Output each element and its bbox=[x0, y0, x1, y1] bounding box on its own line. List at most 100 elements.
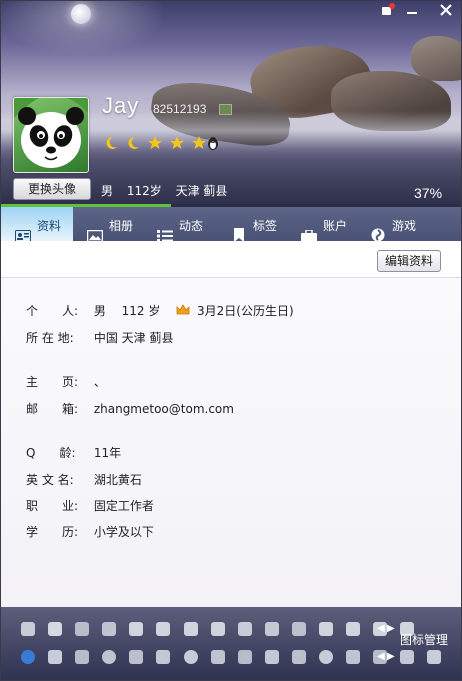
tab-profile[interactable]: 资料 bbox=[1, 207, 73, 242]
briefcase-icon bbox=[301, 219, 317, 242]
diamond-icon[interactable] bbox=[156, 622, 171, 636]
clover-icon[interactable] bbox=[237, 650, 252, 664]
shield-icon[interactable] bbox=[210, 650, 225, 664]
heart-icon[interactable] bbox=[237, 622, 252, 636]
mail-icon[interactable] bbox=[264, 650, 279, 664]
tab-label: 相册 bbox=[109, 219, 134, 233]
icon-bar bbox=[1, 607, 461, 680]
diamond-icon[interactable] bbox=[48, 622, 63, 636]
field-value: 男 112 岁 bbox=[93, 304, 161, 318]
tab-bar: 资料 相册 动态 标签 账户 游戏 bbox=[1, 207, 461, 243]
field-value: 11年 bbox=[93, 446, 122, 460]
smiley-icon[interactable] bbox=[183, 650, 198, 664]
diamond-icon[interactable] bbox=[319, 622, 334, 636]
frame-icon[interactable] bbox=[427, 650, 442, 664]
field-label: 所 在 地: bbox=[26, 331, 74, 345]
field-label: 个 人: bbox=[26, 304, 79, 318]
magnifier-icon[interactable] bbox=[75, 650, 90, 664]
field-label: 英 文 名: bbox=[26, 473, 74, 487]
tab-label: 动态 bbox=[179, 219, 204, 233]
next-arrow-icon[interactable]: ▶ bbox=[387, 623, 395, 634]
prev-arrow-icon[interactable]: ◀ bbox=[377, 651, 385, 662]
tab-album[interactable]: 相册 bbox=[86, 207, 147, 243]
photo-album-icon bbox=[86, 219, 104, 243]
minimize-button[interactable] bbox=[399, 3, 425, 21]
basic-info-line: 男 112岁 天津 蓟县 bbox=[101, 182, 237, 199]
rock-decoration bbox=[411, 36, 461, 81]
avatar[interactable] bbox=[13, 97, 89, 173]
field-label: 学 历: bbox=[26, 525, 79, 539]
bird-icon[interactable] bbox=[264, 622, 279, 636]
game-icon[interactable] bbox=[291, 622, 306, 636]
field-english-name: 英 文 名: 湖北黄石 bbox=[26, 471, 142, 488]
field-occupation: 职 业: 固定工作者 bbox=[26, 497, 154, 514]
star-icon[interactable] bbox=[48, 650, 63, 664]
field-label: 主 页: bbox=[26, 375, 79, 389]
field-personal: 个 人: 男 112 岁 3月2日(公历生日) bbox=[26, 302, 294, 319]
field-value: 、 bbox=[93, 375, 106, 389]
field-value: 小学及以下 bbox=[93, 525, 154, 539]
icon-manager-button[interactable]: 图标管理 bbox=[400, 631, 448, 648]
heart-icon[interactable] bbox=[21, 622, 35, 636]
camera-icon[interactable] bbox=[291, 650, 306, 664]
field-value[interactable]: zhangmetoo@tom.com bbox=[94, 402, 234, 416]
panda-avatar-icon bbox=[14, 98, 88, 168]
details-toolbar: 编辑资料 bbox=[1, 241, 461, 278]
gender: 男 bbox=[101, 184, 114, 198]
minimize-icon bbox=[407, 12, 417, 14]
id-card-icon[interactable] bbox=[219, 104, 232, 115]
next-arrow-icon[interactable]: ▶ bbox=[387, 651, 395, 662]
diamond-icon[interactable] bbox=[183, 622, 198, 636]
close-icon bbox=[440, 4, 452, 16]
profile-details: 编辑资料 个 人: 男 112 岁 3月2日(公历生日) 所 在 地: 中国 天… bbox=[1, 241, 461, 607]
moon-decoration bbox=[71, 4, 91, 24]
skin-button[interactable] bbox=[375, 3, 401, 21]
leaf-icon[interactable] bbox=[346, 650, 361, 664]
qzone-icon[interactable] bbox=[21, 650, 35, 664]
field-email: 邮 箱: zhangmetoo@tom.com bbox=[26, 400, 234, 417]
bookmark-icon bbox=[234, 219, 244, 242]
tab-games[interactable]: 游戏 bbox=[370, 207, 430, 242]
diamond-icon[interactable] bbox=[210, 622, 225, 636]
game-icon bbox=[370, 219, 386, 242]
tab-label: 资料 bbox=[37, 219, 62, 233]
qq-app-icon[interactable] bbox=[156, 650, 171, 664]
close-button[interactable] bbox=[433, 3, 459, 21]
app-icon[interactable] bbox=[129, 650, 144, 664]
tab-tags[interactable]: 标签 bbox=[231, 207, 291, 242]
crown-icon bbox=[176, 304, 190, 316]
profile-header: 更换头像 Jay 82512193 男 112岁 天津 蓟县 37% bbox=[1, 1, 461, 206]
penguin-icon[interactable] bbox=[206, 135, 220, 150]
tab-account[interactable]: 账户 bbox=[301, 207, 361, 242]
star-level-icon bbox=[169, 135, 185, 151]
star-level-icon bbox=[147, 135, 163, 151]
star-level-icon bbox=[191, 135, 207, 151]
penguin-icon[interactable] bbox=[75, 622, 90, 636]
diamond-icon[interactable] bbox=[129, 622, 144, 636]
field-value: 中国 天津 蓟县 bbox=[93, 331, 174, 345]
prev-arrow-icon[interactable]: ◀ bbox=[377, 623, 385, 634]
field-label: 职 业: bbox=[26, 499, 79, 513]
computer-icon[interactable] bbox=[102, 622, 117, 636]
skin-icon bbox=[382, 3, 395, 15]
profile-window: 更换头像 Jay 82512193 男 112岁 天津 蓟县 37% 资料 相册… bbox=[0, 0, 462, 681]
field-q-age: Q 龄: 11年 bbox=[26, 444, 121, 461]
tab-label: 账户 bbox=[323, 219, 348, 233]
moon-level-icon bbox=[103, 135, 119, 151]
circle-icon[interactable] bbox=[319, 650, 334, 664]
cube-icon[interactable] bbox=[400, 650, 415, 664]
diamond-icon[interactable] bbox=[346, 622, 361, 636]
age: 112岁 bbox=[126, 184, 162, 198]
location: 天津 蓟县 bbox=[175, 184, 228, 198]
tab-label: 游戏 bbox=[392, 219, 417, 233]
profile-card-icon bbox=[15, 219, 31, 242]
chat-icon[interactable] bbox=[102, 650, 117, 664]
edit-profile-button[interactable]: 编辑资料 bbox=[377, 250, 441, 272]
field-label: 邮 箱: bbox=[26, 402, 79, 416]
change-avatar-button[interactable]: 更换头像 bbox=[13, 178, 91, 200]
field-location: 所 在 地: 中国 天津 蓟县 bbox=[26, 329, 173, 346]
tab-activity[interactable]: 动态 bbox=[157, 207, 217, 242]
nickname: Jay bbox=[102, 93, 140, 118]
field-homepage: 主 页: 、 bbox=[26, 373, 106, 390]
level-badges[interactable] bbox=[103, 135, 208, 151]
